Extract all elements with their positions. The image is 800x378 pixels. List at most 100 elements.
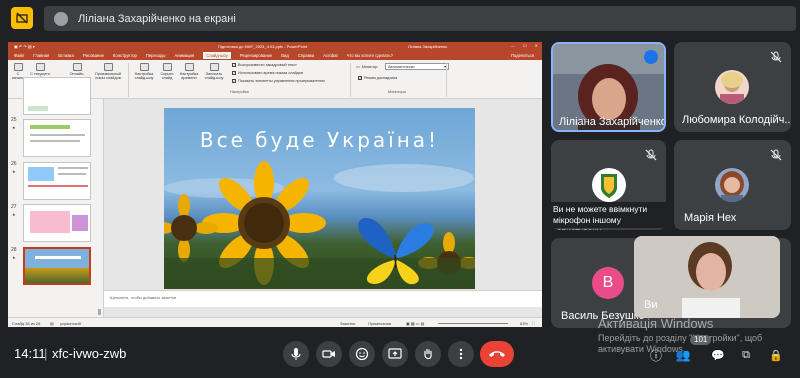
self-name: Ви — [644, 299, 658, 311]
presenting-text: Ліліана Захарійченко на екрані — [78, 12, 236, 25]
slide-number: 28 — [11, 247, 17, 253]
tab-insert[interactable]: Вставка — [58, 53, 74, 58]
ribbon-tabs: Файл Главная Вставка Рисование Конструкт… — [8, 51, 542, 60]
separator: | — [44, 346, 48, 361]
hide-slide-icon — [162, 63, 172, 71]
checkbox-checked-icon: ✓ — [232, 63, 236, 67]
shared-screen: ▣ ↶ ↷ ▤ ▾ Підготовка до НМТ_2023_4.03.pp… — [8, 42, 542, 327]
people-button[interactable]: 👥 — [675, 347, 691, 363]
slide-thumbnail[interactable] — [23, 162, 91, 200]
host-controls-button[interactable]: 🔒 — [768, 347, 784, 363]
participant-name: Ліліана Захарійченко — [559, 116, 666, 128]
tab-home[interactable]: Главная — [33, 53, 49, 58]
setup-slideshow-button[interactable]: Настройка слайд-шоу — [132, 63, 156, 81]
hide-slide-button[interactable]: Скрыть слайд — [157, 63, 177, 81]
presenter-avatar — [54, 11, 68, 26]
maximize-icon[interactable]: ☐ — [523, 43, 527, 48]
participant-avatar — [715, 168, 749, 202]
custom-show-button[interactable]: Произвольный показ слайдов — [93, 63, 123, 81]
tab-review[interactable]: Рецензирование — [240, 53, 272, 58]
slide-thumbnail[interactable] — [23, 204, 91, 242]
star-icon: ★ — [12, 255, 16, 260]
tab-transitions[interactable]: Переходы — [146, 53, 166, 58]
chat-button[interactable]: 💬 — [710, 347, 726, 363]
zoom-slider[interactable] — [438, 323, 508, 324]
notes-placeholder: Щелкните, чтобы добавить заметки — [110, 295, 177, 300]
meet-logo-icon[interactable] — [11, 7, 33, 29]
meeting-code: xfc-ivwo-zwb — [52, 346, 127, 361]
participant-name: Любомира Колодійч... — [682, 114, 791, 126]
participant-avatar — [592, 168, 626, 202]
use-timings-checkbox[interactable]: ✓ Использовать время показа слайдов — [232, 71, 303, 75]
present-icon — [388, 348, 402, 359]
minimize-icon[interactable]: — — [511, 43, 515, 48]
tab-design[interactable]: Конструктор — [113, 53, 137, 58]
more-options-button[interactable] — [448, 341, 474, 367]
activities-button[interactable]: ⧉ — [738, 347, 754, 363]
monitor-icon: ▭ — [356, 65, 360, 69]
share-button[interactable]: Поделиться — [511, 53, 534, 58]
comments-button[interactable]: Примечания — [368, 321, 391, 326]
people-icon: 👥 — [675, 348, 691, 362]
narrations-checkbox[interactable]: ✓ Воспроизвести закадровый текст — [232, 63, 297, 67]
presenter-view-checkbox[interactable]: ✓ Режим докладчика — [358, 76, 397, 80]
tab-slideshow[interactable]: Слайд-шоу — [203, 52, 231, 59]
mic-tooltip: Ви не можете ввімкнути мікрофон іншому к… — [553, 204, 648, 230]
meeting-info-button[interactable]: ⓘ — [648, 347, 664, 363]
watermark-title: Активація Windows — [598, 316, 714, 331]
checkbox-checked-icon: ✓ — [358, 76, 362, 80]
speaking-indicator-icon — [644, 50, 658, 64]
participant-avatar — [715, 70, 749, 104]
ppt-user-name: Ліліана Захарійченко — [408, 44, 448, 49]
reactions-button[interactable] — [349, 341, 375, 367]
slide-number: 25 — [11, 117, 17, 123]
slide-thumbnail[interactable] — [23, 77, 91, 115]
presenting-banner[interactable]: Ліліана Захарійченко на екрані — [44, 6, 796, 31]
slide-thumbnail-selected[interactable] — [23, 247, 91, 285]
tab-view[interactable]: Вид — [281, 53, 289, 58]
ppt-title-bar: ▣ ↶ ↷ ▤ ▾ Підготовка до НМТ_2023_4.03.pp… — [8, 42, 542, 51]
ppt-window-title: Підготовка до НМТ_2023_4.03.pptx - Power… — [218, 44, 308, 49]
window-controls[interactable]: — ☐ ✕ — [511, 43, 538, 48]
camera-button[interactable] — [316, 341, 342, 367]
hang-up-icon — [489, 351, 505, 357]
record-slideshow-button[interactable]: Записать слайд-шоу — [202, 63, 226, 81]
timer-icon — [184, 63, 194, 71]
language-status[interactable]: украинский — [60, 321, 81, 326]
slide-thumbnail[interactable] — [23, 119, 91, 157]
participant-tile[interactable]: Марія Нех — [674, 140, 791, 230]
group-monitors-label: Мониторы — [388, 90, 407, 94]
leave-call-button[interactable] — [480, 341, 514, 367]
view-buttons[interactable]: ▣ ▦ ▭ ▤ — [406, 321, 424, 326]
participant-tile[interactable]: Ви не можете ввімкнути мікрофон іншому к… — [551, 140, 666, 230]
slide-number: 26 — [11, 161, 17, 167]
raise-hand-button[interactable] — [415, 341, 441, 367]
tab-file[interactable]: Файл — [14, 53, 24, 58]
participant-avatar: В — [592, 267, 624, 299]
notes-button[interactable]: Заметки — [340, 321, 355, 326]
tab-help[interactable]: Справка — [298, 53, 314, 58]
zoom-level[interactable]: 63% — [520, 321, 528, 326]
tab-acrobat[interactable]: Acrobat — [323, 53, 337, 58]
notes-pane[interactable]: Щелкните, чтобы добавить заметки — [104, 290, 542, 307]
participant-tile[interactable]: Любомира Колодійч... — [674, 42, 791, 132]
quick-access-toolbar[interactable]: ▣ ↶ ↷ ▤ ▾ — [14, 44, 35, 49]
ribbon-divider — [350, 63, 351, 97]
present-screen-button[interactable] — [382, 341, 408, 367]
tab-draw[interactable]: Рисование — [83, 53, 104, 58]
fit-to-window-icon[interactable]: ⛶ — [532, 321, 535, 326]
media-controls-checkbox[interactable]: ✓ Показать элементы управления проигрыват… — [232, 79, 325, 83]
tab-animations[interactable]: Анимация — [174, 53, 194, 58]
scrollbar[interactable] — [98, 309, 101, 315]
participant-tile-speaking[interactable]: Ліліана Захарійченко — [551, 42, 666, 132]
monitor-select[interactable]: Автоматически▾ — [385, 63, 449, 70]
close-icon[interactable]: ✕ — [535, 43, 538, 48]
self-view-tile[interactable]: Ви — [634, 236, 780, 318]
tell-me-box[interactable]: Что вы хотите сделать? — [347, 53, 393, 58]
spellcheck-icon[interactable]: ▤ — [50, 321, 54, 326]
rehearse-timings-button[interactable]: Настройка времени — [178, 63, 200, 81]
microphone-button[interactable] — [283, 341, 309, 367]
chat-icon: 💬 — [711, 349, 725, 362]
star-icon: ★ — [12, 212, 16, 217]
current-slide[interactable]: Все буде Україна! — [164, 108, 475, 289]
